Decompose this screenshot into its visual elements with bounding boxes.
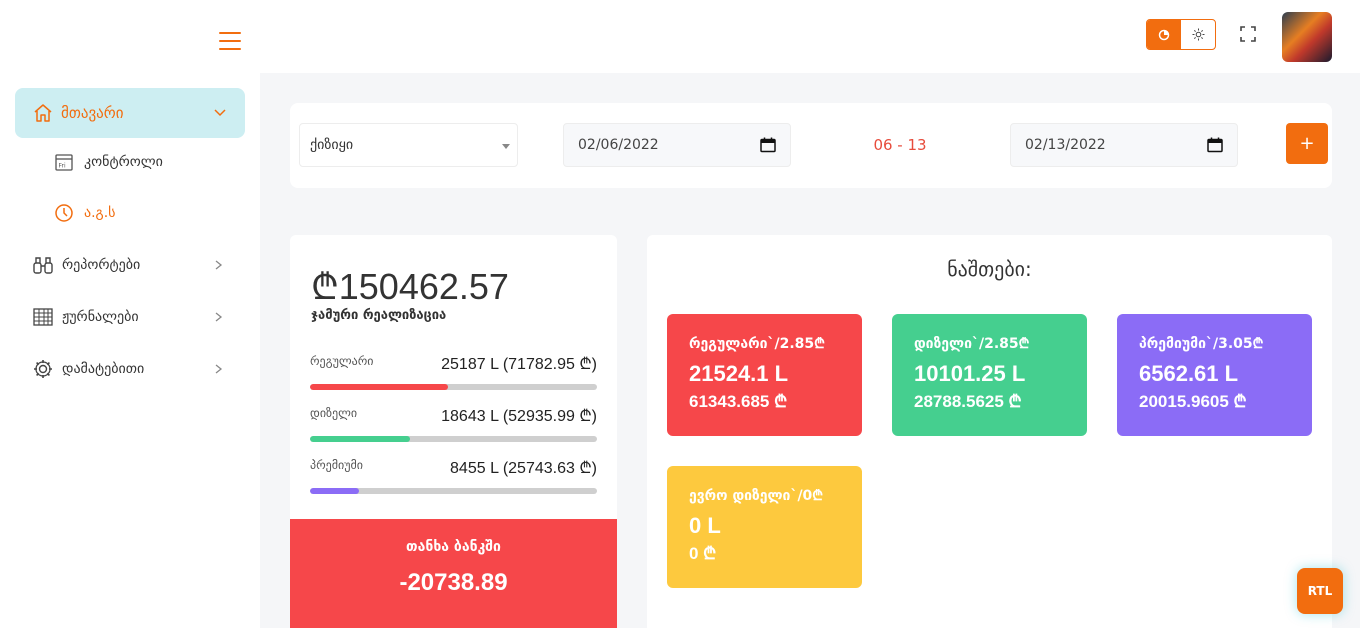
stocks-panel: ნაშთები: რეგულარი`/2.85₾ 21524.1 L 61343… [647,235,1332,628]
binoculars-icon [33,257,53,274]
date-from-input[interactable]: 02/06/2022 [563,123,791,167]
theme-dark-button[interactable] [1147,20,1181,49]
stock-tile-liters: 10101.25 L [914,361,1026,386]
progress-fill [310,384,448,390]
bank-balance-block: თანხა ბანკში -20738.89 [290,519,617,628]
fullscreen-icon[interactable] [1240,26,1256,42]
bank-balance-value: -20738.89 [399,569,508,596]
filter-bar: ქიზიყი 02/06/2022 06 - 13 02/13/2022 + [290,103,1332,188]
home-icon [34,104,52,122]
caret-down-icon [502,144,510,149]
calendar-icon: Fri [55,154,73,171]
progress-fill [310,436,411,442]
sidebar-subitem-control[interactable]: Fri კონტროლი [54,152,163,172]
stocks-title: ნაშთები: [947,257,1032,281]
stock-tile-gel: 0 ₾ [689,544,717,563]
sidebar-item-additional[interactable]: დამატებითი [32,356,232,382]
stock-tile-title: ევრო დიზელი`/0₾ [689,488,824,504]
fuel-amount: 25187 L (71782.95 ₾) [441,356,597,373]
fuel-amount: 8455 L (25743.63 ₾) [450,460,597,477]
calendar-icon[interactable] [760,137,776,153]
add-button[interactable]: + [1286,123,1328,164]
clock-icon [55,204,73,222]
moon-icon [1158,29,1170,40]
stock-tile-title: დიზელი`/2.85₾ [914,336,1030,352]
sidebar-subitem-label: კონტროლი [84,154,163,170]
avatar[interactable] [1282,12,1332,62]
progress-track [310,488,597,494]
chevron-right-icon [215,260,223,270]
sales-summary-card: ₾150462.57 ჯამური რეალიზაცია რეგულარი 25… [290,235,617,628]
rtl-toggle-button[interactable]: RTL [1297,568,1343,614]
stock-tile-gel: 20015.9605 ₾ [1139,392,1247,411]
calendar-icon[interactable] [1207,137,1223,153]
stock-tile-liters: 0 L [689,513,721,538]
stock-tile-regular: რეგულარი`/2.85₾ 21524.1 L 61343.685 ₾ [667,314,862,436]
stock-tile-title: პრემიუმი`/3.05₾ [1139,336,1264,352]
top-header [260,0,1360,73]
sidebar-item-journals[interactable]: ჟურნალები [32,304,232,330]
sidebar-item-main[interactable]: მთავარი [15,88,245,138]
stock-tile-premium: პრემიუმი`/3.05₾ 6562.61 L 20015.9605 ₾ [1117,314,1312,436]
chevron-right-icon [215,364,223,374]
station-select-value: ქიზიყი [310,137,354,153]
total-sales-value: ₾150462.57 [311,266,509,307]
fuel-name: რეგულარი [310,354,374,368]
sidebar-item-label: მთავარი [61,104,124,122]
gear-icon [34,360,52,378]
date-to-input[interactable]: 02/13/2022 [1010,123,1238,167]
fuel-amount: 18643 L (52935.99 ₾) [441,408,597,425]
chevron-right-icon [215,312,223,322]
stock-tile-diesel: დიზელი`/2.85₾ 10101.25 L 28788.5625 ₾ [892,314,1087,436]
stock-tile-euro-diesel: ევრო დიზელი`/0₾ 0 L 0 ₾ [667,466,862,588]
table-icon [33,308,53,326]
stock-tile-gel: 28788.5625 ₾ [914,392,1022,411]
date-from-value: 02/06/2022 [578,137,659,153]
stock-tile-gel: 61343.685 ₾ [689,392,788,411]
sidebar-subitem-ags[interactable]: ა.გ.ს [54,203,115,223]
date-to-value: 02/13/2022 [1025,137,1106,153]
station-select[interactable]: ქიზიყი [299,123,518,167]
progress-track [310,436,597,442]
stock-tile-liters: 6562.61 L [1139,361,1239,386]
bank-balance-label: თანხა ბანკში [406,539,501,555]
sidebar-item-label: რეპორტები [62,257,141,273]
progress-track [310,384,597,390]
total-sales-label: ჯამური რეალიზაცია [311,308,447,323]
progress-fill [310,488,359,494]
stock-tile-liters: 21524.1 L [689,361,789,386]
sidebar-item-label: ჟურნალები [62,309,139,325]
sidebar-item-reports[interactable]: რეპორტები [32,252,232,278]
sidebar-subitem-label: ა.გ.ს [84,205,116,221]
svg-text:Fri: Fri [59,163,66,170]
sun-icon [1192,28,1204,41]
theme-toggle[interactable] [1146,19,1216,50]
stock-tile-title: რეგულარი`/2.85₾ [689,336,825,352]
sidebar: მთავარი Fri კონტროლი ა.გ.ს რეპორტები ჟურ… [0,0,260,628]
chevron-down-icon [214,109,226,117]
date-range-label: 06 - 13 [873,136,927,154]
hamburger-icon[interactable] [219,32,241,50]
fuel-name: პრემიუმი [310,458,363,472]
sidebar-item-label: დამატებითი [62,361,145,377]
theme-light-button[interactable] [1181,20,1215,49]
fuel-name: დიზელი [310,406,358,420]
